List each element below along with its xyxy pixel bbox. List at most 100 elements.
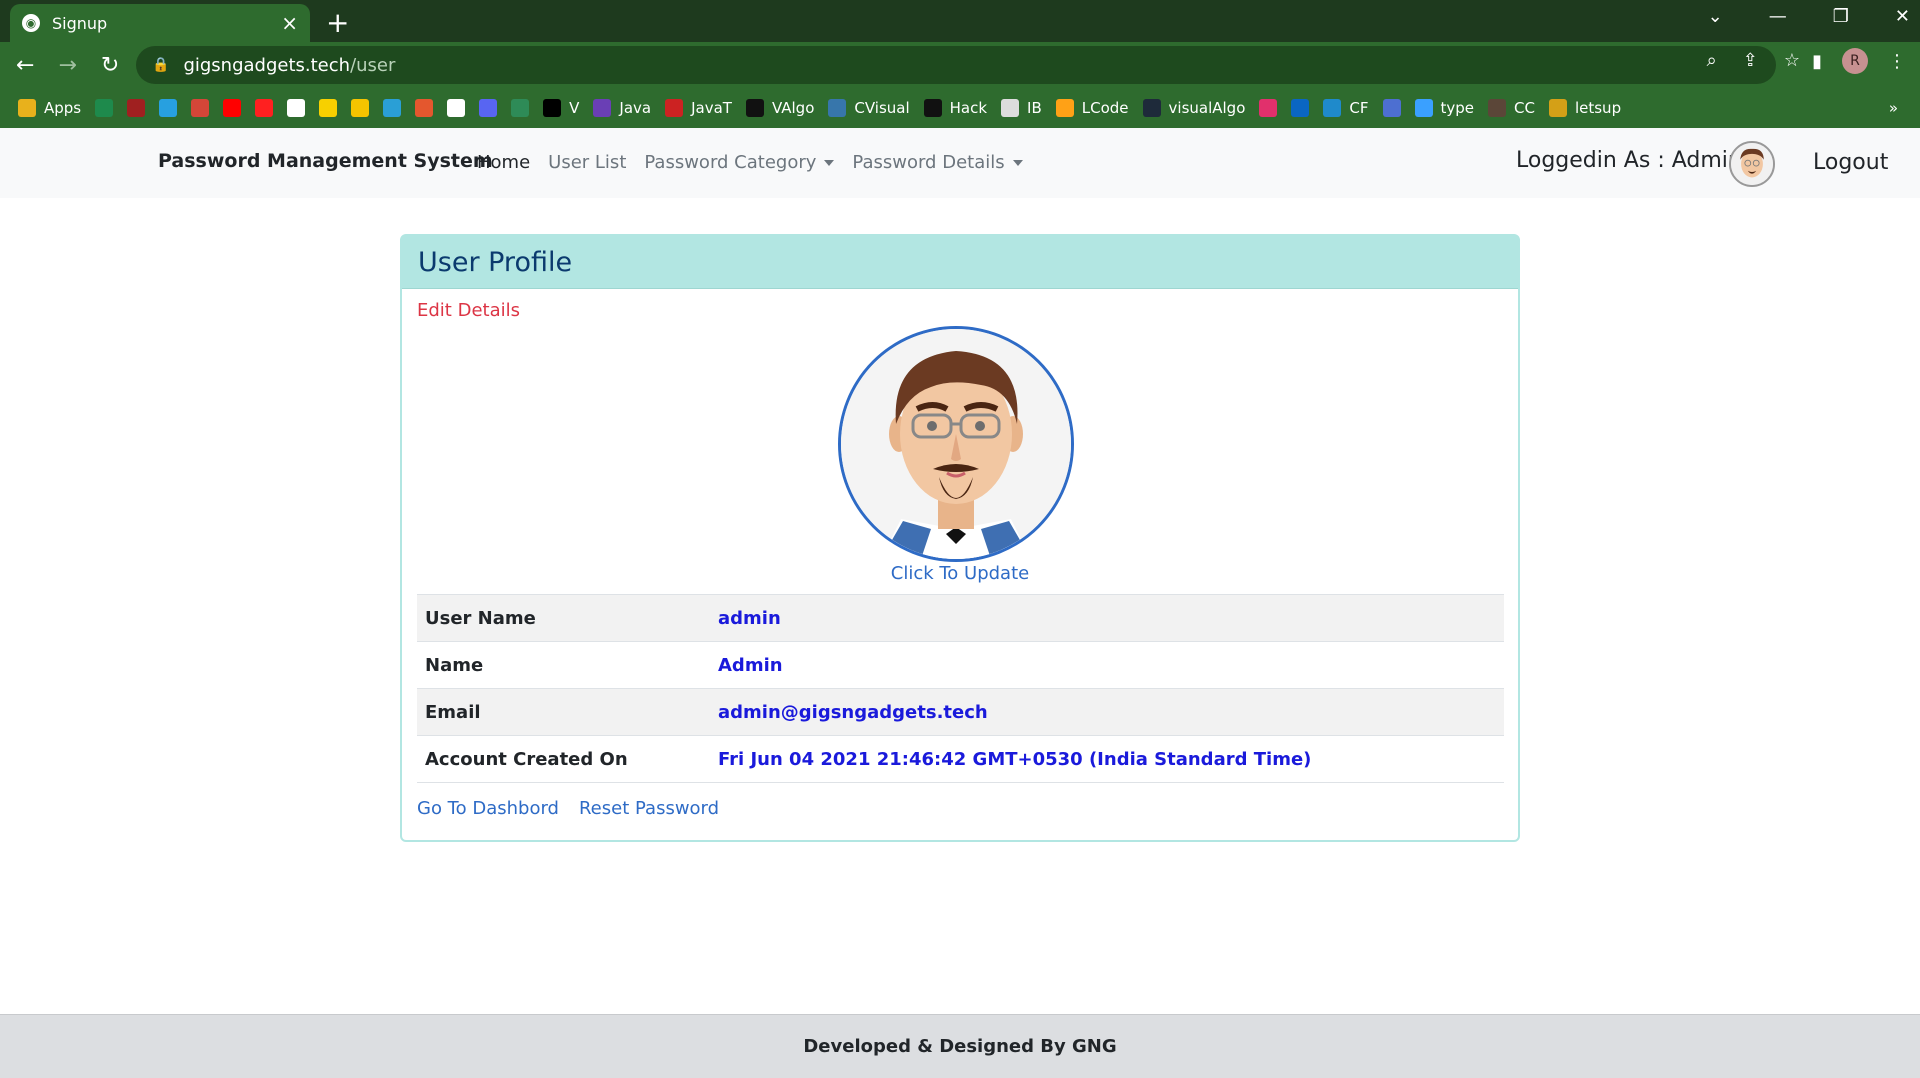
bookmark-favicon-icon xyxy=(1259,99,1278,117)
bookmark-favicon-icon xyxy=(1548,99,1567,117)
omnibox-icons: ⌕ ⇪ ☆ xyxy=(1707,50,1800,71)
nav-password-details-label: Password Details xyxy=(852,152,1005,173)
bookmark-label: Java xyxy=(619,99,652,117)
edit-details-link[interactable]: Edit Details xyxy=(417,300,520,321)
bookmark-item[interactable]: VAlgo xyxy=(745,99,814,117)
url-bar[interactable]: 🔒 gigsngadgets.tech /user xyxy=(136,46,1776,84)
bookmark-item[interactable]: Hack xyxy=(923,99,988,117)
bookmark-favicon-icon xyxy=(255,99,274,117)
row-value: Admin xyxy=(710,641,1504,689)
restore-icon[interactable]: ❐ xyxy=(1833,6,1849,27)
menu-icon[interactable]: ⋮ xyxy=(1888,51,1906,72)
share-icon[interactable]: ⇪ xyxy=(1743,50,1758,71)
side-panel-icon[interactable]: ▮ xyxy=(1812,51,1822,72)
card-footer-links: Go To Dashbord Reset Password xyxy=(417,798,719,819)
browser-tab[interactable]: ◉ Signup × xyxy=(10,4,310,42)
minimize-icon[interactable]: — xyxy=(1769,6,1787,27)
card-header: User Profile xyxy=(402,236,1518,289)
close-window-icon[interactable]: ✕ xyxy=(1895,6,1910,27)
url-path: /user xyxy=(350,54,396,76)
bookmark-favicon-icon xyxy=(127,99,146,117)
bookmark-favicon-icon xyxy=(1414,99,1433,117)
reload-icon[interactable]: ↻ xyxy=(101,53,119,78)
avatar[interactable] xyxy=(1729,141,1775,187)
bookmark-item[interactable]: visualAlgo xyxy=(1142,99,1245,117)
bookmark-item[interactable] xyxy=(255,99,274,117)
bookmark-item[interactable] xyxy=(479,99,498,117)
bookmark-label: V xyxy=(569,99,580,117)
bookmark-item[interactable]: CF xyxy=(1323,99,1369,117)
zoom-icon[interactable]: ⌕ xyxy=(1707,50,1717,71)
go-to-dashboard-link[interactable]: Go To Dashbord xyxy=(417,798,559,819)
bookmark-favicon-icon xyxy=(287,99,306,117)
tab-search-icon[interactable]: ⌄ xyxy=(1708,6,1723,27)
bookmark-item[interactable] xyxy=(1259,99,1278,117)
bookmark-favicon-icon xyxy=(18,99,36,117)
nav-password-category-label: Password Category xyxy=(644,152,817,173)
bookmark-item[interactable] xyxy=(287,99,306,117)
bookmarks-bar: Apps V Java JavaT VAlgo CVisual Hack IB LCode vis… xyxy=(0,88,1920,128)
bookmark-item[interactable]: IB xyxy=(1001,99,1042,117)
bookmark-item[interactable]: Java xyxy=(593,99,651,117)
caret-down-icon xyxy=(824,160,835,166)
bookmark-item[interactable]: CVisual xyxy=(828,99,910,117)
address-bar-row: ← → ↻ 🔒 gigsngadgets.tech /user ⌕ ⇪ ☆ ▮ … xyxy=(0,42,1920,88)
more-bookmarks-icon[interactable]: » xyxy=(1889,99,1898,117)
bookmark-favicon-icon xyxy=(593,99,612,117)
bookmark-favicon-icon xyxy=(415,99,434,117)
close-tab-icon[interactable]: × xyxy=(281,11,298,35)
profile-picture[interactable] xyxy=(838,326,1074,562)
click-to-update-link[interactable]: Click To Update xyxy=(402,563,1518,584)
bookmark-item[interactable] xyxy=(319,99,338,117)
brand-title[interactable]: Password Management System xyxy=(158,150,493,172)
bookmark-item[interactable] xyxy=(351,99,370,117)
nav-home[interactable]: Home xyxy=(477,152,530,173)
bookmark-label: IB xyxy=(1027,99,1042,117)
bookmark-item[interactable] xyxy=(511,99,530,117)
bookmark-item[interactable] xyxy=(1291,99,1310,117)
click-to-update-label: Click To Update xyxy=(890,563,1030,584)
bookmark-item[interactable] xyxy=(191,99,210,117)
bookmark-favicon-icon xyxy=(1488,99,1507,117)
bookmark-item[interactable] xyxy=(159,99,178,117)
star-icon[interactable]: ☆ xyxy=(1784,50,1800,71)
bookmark-item[interactable] xyxy=(1382,99,1401,117)
url-host: gigsngadgets.tech xyxy=(183,54,351,76)
bookmark-item[interactable] xyxy=(447,99,466,117)
bookmark-favicon-icon xyxy=(1055,99,1074,117)
forward-icon[interactable]: → xyxy=(58,53,76,78)
logout-link[interactable]: Logout xyxy=(1813,150,1888,175)
nav-password-details[interactable]: Password Details xyxy=(852,152,1023,173)
bookmark-item[interactable]: letsup xyxy=(1548,99,1622,117)
bookmark-item[interactable]: V xyxy=(543,99,579,117)
nav-user-list[interactable]: User List xyxy=(548,152,626,173)
row-label: Name xyxy=(417,641,710,689)
bookmark-label: letsup xyxy=(1574,99,1622,117)
bookmark-item[interactable] xyxy=(223,99,242,117)
nav-password-category[interactable]: Password Category xyxy=(644,152,835,173)
caret-down-icon xyxy=(1012,160,1023,166)
app-navbar: Password Management System Home User Lis… xyxy=(0,128,1920,198)
bookmark-item[interactable] xyxy=(95,99,114,117)
bookmark-item[interactable]: CC xyxy=(1488,99,1535,117)
bookmark-item[interactable] xyxy=(127,99,146,117)
lock-icon[interactable]: 🔒 xyxy=(152,57,169,73)
bookmark-favicon-icon xyxy=(923,99,942,117)
bookmark-item[interactable]: LCode xyxy=(1055,99,1129,117)
bookmark-label: Hack xyxy=(949,99,988,117)
bookmark-favicon-icon xyxy=(319,99,338,117)
globe-icon: ◉ xyxy=(22,14,40,32)
row-label: Email xyxy=(417,688,710,736)
bookmark-item[interactable] xyxy=(383,99,402,117)
bookmark-favicon-icon xyxy=(351,99,370,117)
bookmark-item[interactable] xyxy=(415,99,434,117)
profile-avatar[interactable]: R xyxy=(1842,48,1868,74)
back-icon[interactable]: ← xyxy=(16,53,34,78)
bookmark-item[interactable]: Apps xyxy=(18,99,81,117)
new-tab-icon[interactable]: + xyxy=(326,6,349,39)
row-value: admin xyxy=(710,594,1504,642)
reset-password-link[interactable]: Reset Password xyxy=(579,798,719,819)
toolbar-right: ▮ R ⋮ xyxy=(1812,48,1906,74)
bookmark-item[interactable]: type xyxy=(1414,99,1474,117)
bookmark-item[interactable]: JavaT xyxy=(665,99,732,117)
